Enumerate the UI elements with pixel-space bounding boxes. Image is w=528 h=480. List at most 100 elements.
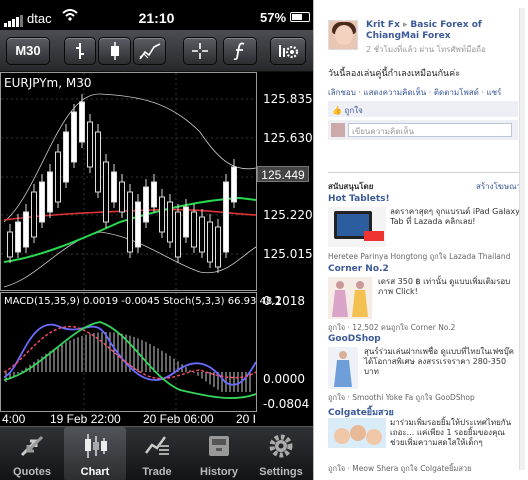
candle-body bbox=[199, 216, 205, 253]
create-ad-link[interactable]: สร้างโฆษณา bbox=[476, 180, 521, 193]
comment-input[interactable]: เขียนความคิดเห็น bbox=[348, 123, 512, 137]
candle-body bbox=[223, 181, 229, 253]
bar-chart-button[interactable] bbox=[64, 37, 96, 65]
candle-body bbox=[71, 111, 77, 163]
ad-image-children[interactable] bbox=[328, 418, 386, 460]
ad-title[interactable]: Hot Tablets! bbox=[328, 194, 521, 204]
ad-image-model[interactable] bbox=[328, 347, 358, 389]
battery-percent: 57% bbox=[260, 10, 287, 25]
bar-chart-icon bbox=[73, 43, 87, 63]
ad-image-tablet[interactable] bbox=[328, 207, 386, 247]
ad-title[interactable]: Colgateยิ้มสวย bbox=[328, 405, 521, 419]
settings-icon bbox=[277, 45, 299, 63]
tab-label: Trade bbox=[142, 466, 172, 478]
crosshair-button[interactable] bbox=[183, 37, 217, 65]
candle-body bbox=[55, 151, 61, 203]
indicator-tick: 0.2018 bbox=[263, 294, 305, 308]
candlestick-icon bbox=[81, 434, 109, 462]
time-tick: 20 Feb 06:00 bbox=[143, 412, 214, 426]
tab-quotes[interactable]: Quotes bbox=[1, 427, 63, 480]
bottom-tab-bar: Quotes Chart Trade History Settings bbox=[0, 426, 313, 480]
scrollbar[interactable] bbox=[519, 8, 525, 470]
tab-settings[interactable]: Settings bbox=[250, 427, 312, 480]
tab-label: History bbox=[200, 466, 238, 478]
candle-body bbox=[111, 171, 117, 203]
price-chart[interactable]: EURJPYm, M30 125.835 125.630 125.449 125… bbox=[0, 72, 313, 412]
ad-body: ลดราคาสุดๆ จุกแบรนด์ iPad Galaxy Tab ที่… bbox=[390, 207, 520, 226]
ad-item[interactable]: Corner No.2 เดรส 350 ฿ เท่านั้น ดูแบบเพิ… bbox=[328, 264, 521, 334]
candle-body bbox=[175, 211, 181, 258]
price-tick: 125.835 bbox=[263, 92, 313, 106]
post-actions[interactable]: เลิกชอบ · แสดงความคิดเห็น · ติดตามโพสต์ … bbox=[328, 86, 501, 99]
candle-body bbox=[63, 131, 69, 183]
candle-body bbox=[23, 211, 29, 248]
candle-body bbox=[15, 221, 21, 253]
tab-history[interactable]: History bbox=[188, 427, 250, 480]
comment-row: เขียนความคิดเห็น bbox=[328, 120, 518, 140]
candle-body bbox=[119, 181, 125, 213]
author-link[interactable]: Krit Fx bbox=[366, 20, 400, 30]
ad-image-dress[interactable] bbox=[328, 277, 372, 319]
candle-body bbox=[7, 231, 13, 258]
candlestick-button[interactable] bbox=[98, 37, 131, 65]
candle-body bbox=[135, 201, 141, 248]
sponsored-title: สนับสนุนโดย bbox=[328, 182, 374, 191]
time-tick: 20 I bbox=[236, 412, 257, 426]
history-drawer-icon bbox=[205, 436, 233, 462]
tab-chart[interactable]: Chart bbox=[64, 427, 126, 480]
tab-trade[interactable]: Trade bbox=[126, 427, 188, 480]
candle-body bbox=[95, 131, 101, 193]
time-axis: 4:00 19 Feb 22:00 20 Feb 06:00 20 I bbox=[0, 412, 313, 426]
quotes-arrows-icon bbox=[18, 435, 46, 462]
post-meta: 2 ชั่วโมงที่แล้ว ผ่าน โทรศัพท์มือถือ bbox=[366, 45, 486, 54]
candle-body bbox=[127, 191, 133, 253]
candle-body bbox=[159, 196, 165, 233]
ad-item[interactable]: Hot Tablets! ลดราคาสุดๆ จุกแบรนด์ iPad G… bbox=[328, 194, 521, 262]
candle-body bbox=[231, 166, 237, 203]
candle-body bbox=[167, 201, 173, 243]
line-chart-button[interactable] bbox=[133, 37, 166, 65]
viewer-avatar bbox=[331, 123, 345, 137]
ad-item[interactable]: GooDShop สุนร์ร่วมเล่นฝากเพชื่อ ดูแบบที่… bbox=[328, 334, 521, 404]
candle-body bbox=[143, 186, 149, 223]
candle-body bbox=[215, 226, 221, 268]
timeframe-button[interactable]: M30 bbox=[6, 37, 50, 65]
trade-chart-icon bbox=[143, 436, 171, 462]
candle-body bbox=[151, 181, 157, 208]
likes-bar: 👍 ถูกใจ bbox=[328, 101, 518, 117]
ad-body: เดรส 350 ฿ เท่านั้น ดูแบบเพิ่มเติมรอบภาพ… bbox=[378, 277, 511, 296]
time-tick: 19 Feb 22:00 bbox=[50, 412, 121, 426]
tab-label: Quotes bbox=[13, 466, 51, 478]
ad-social: ถูกใจ · Meow Shera ถูกใจ Colgateยิ้มสวย bbox=[328, 464, 472, 473]
indicators-button[interactable] bbox=[223, 37, 257, 65]
indicator-pane-frame bbox=[0, 292, 257, 412]
crosshair-icon bbox=[191, 43, 209, 63]
facebook-post: Krit Fx ▸ Basic Forex of ChiangMai Forex… bbox=[314, 8, 528, 143]
time-tick: 4:00 bbox=[2, 412, 26, 426]
indicator-tick: -0.0804 bbox=[263, 397, 310, 411]
candle-body bbox=[79, 101, 85, 143]
ad-title[interactable]: Corner No.2 bbox=[328, 264, 521, 274]
line-chart-icon bbox=[138, 43, 161, 63]
thumbs-up-icon: 👍 bbox=[332, 106, 345, 115]
ad-item[interactable]: Colgateยิ้มสวย มาร่วมเพิ่มรอยยิ้มให้ประเ… bbox=[328, 405, 521, 475]
tab-label: Chart bbox=[80, 466, 110, 478]
candle-body bbox=[103, 161, 109, 223]
ad-social: ถูกใจ · 12,502 คนถูกใจ Corner No.2 bbox=[328, 323, 456, 332]
mt4-phone-screen: dtac 21:10 57% M30 EURJPYm, M30 125.835 … bbox=[0, 0, 313, 480]
price-tick: 125.630 bbox=[263, 131, 313, 145]
ad-title[interactable]: GooDShop bbox=[328, 334, 521, 344]
likes-text[interactable]: ถูกใจ bbox=[345, 106, 363, 115]
ad-social: ถูกใจ · Smoothi Yoke Fa ถูกใจ GooDShop bbox=[328, 393, 475, 402]
ios-status-bar: dtac 21:10 57% bbox=[0, 0, 313, 30]
indicator-tick: 0.0000 bbox=[263, 372, 305, 386]
candle-body bbox=[47, 171, 53, 213]
author-avatar[interactable] bbox=[328, 20, 358, 50]
chart-settings-button[interactable] bbox=[270, 37, 306, 65]
candlestick-icon bbox=[108, 42, 122, 63]
post-text: วันนี้ลองเล่นคู่นี้กำเลงเหมือนกันค่ะ bbox=[328, 69, 461, 79]
post-header: Krit Fx ▸ Basic Forex of ChiangMai Forex bbox=[366, 20, 526, 42]
candle-body bbox=[207, 221, 213, 263]
symbol-label: EURJPYm, M30 bbox=[4, 76, 92, 90]
battery-icon bbox=[290, 12, 310, 22]
